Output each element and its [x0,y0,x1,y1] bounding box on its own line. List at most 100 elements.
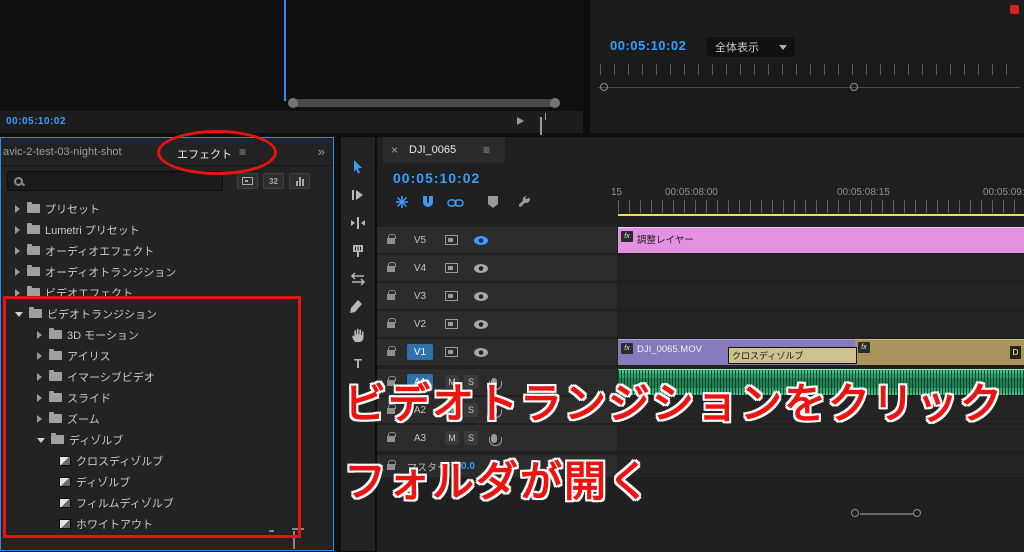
voiceover-mic-icon[interactable] [488,433,502,446]
track-header-v2[interactable]: V2 [377,311,617,337]
lock-icon[interactable] [387,346,396,356]
lock-icon[interactable] [387,262,396,272]
monitor-playhead[interactable] [284,0,286,101]
source-patch-icon[interactable] [445,347,458,357]
track-header-a3[interactable]: A3 M S [377,425,617,451]
32bit-color-filter-button[interactable]: 32 [263,173,284,189]
timeline-zoom-scrollbar[interactable] [860,513,913,515]
track-header-v5[interactable]: V5 [377,227,617,253]
track-badge[interactable]: V1 [407,344,433,360]
razor-tool[interactable] [350,243,366,259]
track-header-v4[interactable]: V4 [377,255,617,281]
tree-item-cross-dissolve[interactable]: クロスディゾルブ [1,450,333,471]
solo-button[interactable]: S [464,403,478,417]
track-output-eye-icon[interactable] [474,235,488,245]
lock-icon[interactable] [387,460,396,470]
track-header-a2[interactable]: A2 M S [377,397,617,423]
snap-magnet-icon[interactable] [421,195,435,209]
track-content-v2[interactable] [618,311,1024,337]
close-tab-icon[interactable]: × [391,143,398,157]
overflow-chevron-icon[interactable]: » [318,144,325,159]
zoom-level-select[interactable]: 全体表示 [707,37,795,57]
linked-selection-icon[interactable] [447,197,464,209]
lock-icon[interactable] [387,404,396,414]
track-content-v4[interactable] [618,255,1024,281]
twirl-expanded-icon[interactable] [15,312,23,317]
track-output-eye-icon[interactable] [474,347,488,357]
mute-button[interactable]: M [445,403,459,417]
monitor-zoom-scrollbar[interactable] [288,98,560,108]
scrollbar-right-knob[interactable] [550,98,560,108]
track-badge[interactable]: V3 [407,288,433,304]
tree-item-iris[interactable]: アイリス [1,345,333,366]
effects-search-input[interactable] [7,171,223,191]
tree-item-3d-motion[interactable]: 3D モーション [1,324,333,345]
tree-item-dissolve-folder[interactable]: ディゾルブ [1,429,333,450]
tree-item-immersive-video[interactable]: イマーシブビデオ [1,366,333,387]
tree-item-slide[interactable]: スライド [1,387,333,408]
track-select-tool[interactable] [350,187,366,203]
mute-button[interactable]: M [445,375,459,389]
twirl-collapsed-icon[interactable] [15,225,20,234]
twirl-collapsed-icon[interactable] [37,372,42,381]
nest-toggle-icon[interactable] [395,195,409,209]
track-header-v3[interactable]: V3 [377,283,617,309]
twirl-collapsed-icon[interactable] [15,204,20,213]
track-badge[interactable]: V5 [407,232,433,248]
scrollbar-left-knob[interactable] [288,98,298,108]
audio-clip-waveform[interactable] [618,369,1024,395]
track-badge[interactable]: A3 [407,430,433,446]
pen-tool[interactable] [350,299,366,315]
track-header-a1[interactable]: A1 M S [377,369,617,395]
master-gain-value[interactable]: 0.0 [461,461,475,472]
track-badge[interactable]: A1 [407,374,433,390]
tree-item-video-effects[interactable]: ビデオエフェクト [1,282,333,303]
lock-icon[interactable] [387,234,396,244]
ripple-edit-tool[interactable] [350,215,366,231]
panel-menu-icon[interactable]: ≡ [239,145,246,159]
tree-item-audio-transitions[interactable]: オーディオトランジション [1,261,333,282]
lock-icon[interactable] [387,290,396,300]
track-content-a1[interactable] [618,369,1024,395]
twirl-collapsed-icon[interactable] [37,414,42,423]
accelerated-effects-filter-button[interactable] [237,173,258,189]
tree-item-film-dissolve[interactable]: フィルムディゾルブ [1,492,333,513]
panel-menu-icon[interactable]: ≡ [483,143,490,157]
tree-item-dissolve[interactable]: ディゾルブ [1,471,333,492]
source-patch-icon[interactable] [445,291,458,301]
yuv-effects-filter-button[interactable] [289,173,310,189]
lock-icon[interactable] [387,376,396,386]
source-patch-icon[interactable] [445,319,458,329]
track-output-eye-icon[interactable] [474,263,488,273]
tree-item-video-transitions[interactable]: ビデオトランジション [1,303,333,324]
hand-tool[interactable] [350,327,366,343]
twirl-collapsed-icon[interactable] [37,330,42,339]
cross-dissolve-transition[interactable]: クロスディゾルブ [728,347,857,364]
selection-tool[interactable] [350,159,366,175]
track-content-v3[interactable] [618,283,1024,309]
twirl-collapsed-icon[interactable] [37,351,42,360]
tree-item-audio-effects[interactable]: オーディオエフェクト [1,240,333,261]
sequence-tab[interactable]: × DJI_0065 ≡ [383,137,505,163]
track-header-v1[interactable]: V1 [377,339,617,365]
twirl-collapsed-icon[interactable] [37,393,42,402]
tree-item-zoom[interactable]: ズーム [1,408,333,429]
export-frame-icon[interactable] [540,117,542,135]
twirl-collapsed-icon[interactable] [15,246,20,255]
track-content-v5[interactable]: fx 調整レイヤー [618,227,1024,253]
track-content-a3[interactable] [618,425,1024,451]
track-badge[interactable]: V2 [407,316,433,332]
timeline-zoom-knob-left[interactable] [851,509,859,517]
ruler-marker-knob[interactable] [850,83,858,91]
twirl-expanded-icon[interactable] [37,438,45,443]
adjustment-layer-clip[interactable]: fx 調整レイヤー [618,227,1024,253]
track-content-a2[interactable] [618,397,1024,423]
twirl-collapsed-icon[interactable] [15,288,20,297]
source-patch-icon[interactable] [445,235,458,245]
voiceover-mic-icon[interactable] [488,377,502,390]
timeline-ruler[interactable] [618,200,1024,213]
tab-effects[interactable]: エフェクト [177,146,232,162]
track-badge[interactable]: A2 [407,402,433,418]
track-output-eye-icon[interactable] [474,319,488,329]
lock-icon[interactable] [387,318,396,328]
